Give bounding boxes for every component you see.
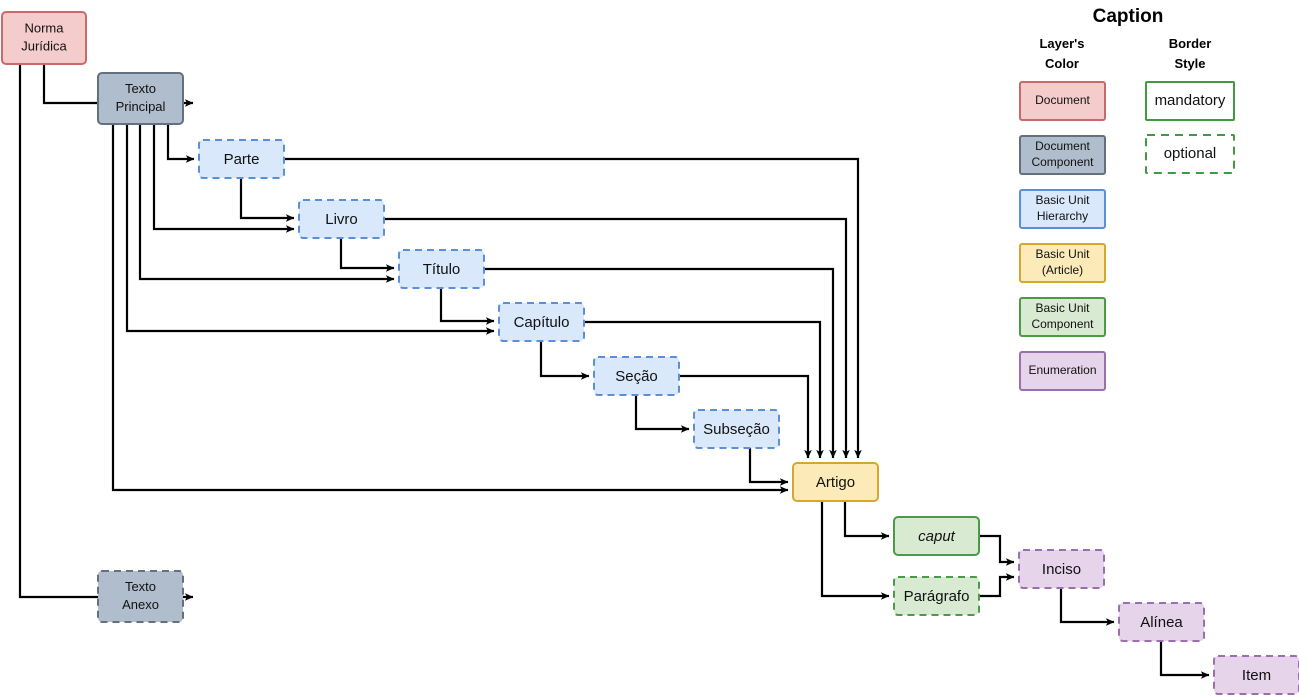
- legend-label-document: Document: [1035, 93, 1090, 107]
- edge-texto_principal-to-parte: [166, 124, 195, 163]
- legend-label-basic_unit_article: Basic Unit: [1035, 247, 1090, 261]
- edge-capitulo-to-secao: [539, 341, 590, 380]
- node-livro[interactable]: Livro: [298, 199, 385, 239]
- node-label2-texto_principal: Principal: [116, 99, 166, 114]
- edge-artigo-to-paragrafo: [820, 501, 890, 600]
- edge-titulo-to-capitulo: [439, 288, 495, 325]
- caption-title: Caption: [1093, 6, 1164, 27]
- legend-layer-document_component[interactable]: Document Component: [1019, 135, 1106, 175]
- node-caput[interactable]: caput: [893, 516, 980, 556]
- node-texto_principal[interactable]: Texto Principal: [97, 72, 184, 125]
- node-label-capitulo: Capítulo: [514, 314, 570, 331]
- node-label-artigo: Artigo: [816, 474, 855, 491]
- caption-heading-layers_color: Layer's: [1039, 36, 1084, 51]
- legend-label-enumeration: Enumeration: [1028, 363, 1096, 377]
- edge-secao-to-subsecao: [634, 395, 690, 433]
- node-secao[interactable]: Seção: [593, 356, 680, 396]
- node-label2-norma: Jurídica: [21, 38, 67, 53]
- node-label-subsecao: Subseção: [703, 421, 770, 438]
- node-label-alinea: Alínea: [1140, 614, 1183, 631]
- node-capitulo[interactable]: Capítulo: [498, 302, 585, 342]
- node-texto_anexo[interactable]: Texto Anexo: [97, 570, 184, 623]
- edge-artigo-to-caput: [843, 501, 890, 540]
- node-titulo[interactable]: Título: [398, 249, 485, 289]
- node-norma[interactable]: Norma Jurídica: [1, 11, 87, 65]
- node-label-item: Item: [1242, 667, 1271, 684]
- legend-label-document_component: Document: [1035, 139, 1090, 153]
- node-label-texto_principal: Texto: [125, 81, 156, 96]
- legend-layer-enumeration[interactable]: Enumeration: [1019, 351, 1106, 391]
- legend-layer-document[interactable]: Document: [1019, 81, 1106, 121]
- node-label-secao: Seção: [615, 368, 658, 385]
- caption-heading-border_style: Border: [1169, 36, 1212, 51]
- legend-border-optional[interactable]: optional: [1145, 134, 1235, 174]
- node-label-inciso: Inciso: [1042, 561, 1081, 578]
- node-artigo[interactable]: Artigo: [792, 462, 879, 502]
- node-subsecao[interactable]: Subseção: [693, 409, 780, 449]
- legend-label2-document_component: Component: [1031, 155, 1094, 169]
- edge-inciso-to-alinea: [1059, 588, 1115, 626]
- legend-border-label-optional: optional: [1164, 145, 1217, 162]
- caption-heading2-layers_color: Color: [1045, 56, 1079, 71]
- edge-caput-to-inciso: [979, 534, 1015, 566]
- diagram-canvas: Norma Jurídica Texto Principal Texto Anexo Par…: [0, 0, 1299, 697]
- node-paragrafo[interactable]: Parágrafo: [893, 576, 980, 616]
- node-label-paragrafo: Parágrafo: [904, 588, 970, 605]
- node-label2-texto_anexo: Anexo: [122, 597, 159, 612]
- edge-paragrafo-to-inciso: [979, 573, 1015, 598]
- edge-alinea-to-item: [1159, 641, 1210, 679]
- node-label-livro: Livro: [325, 211, 358, 228]
- node-item[interactable]: Item: [1213, 655, 1299, 695]
- caption-legend: CaptionLayer'sColorBorderStyleDocumentDo…: [1019, 6, 1235, 391]
- legend-label-basic_unit_component: Basic Unit: [1035, 301, 1090, 315]
- legend-label-basic_unit_hierarchy: Basic Unit: [1035, 193, 1090, 207]
- edge-subsecao-to-artigo: [748, 448, 789, 486]
- legend-label2-basic_unit_article: (Article): [1042, 263, 1083, 277]
- edge-parte-to-livro: [239, 178, 295, 222]
- legend-border-label-mandatory: mandatory: [1155, 92, 1226, 109]
- node-label-titulo: Título: [423, 261, 461, 278]
- legend-border-mandatory[interactable]: mandatory: [1145, 81, 1235, 121]
- node-alinea[interactable]: Alínea: [1118, 602, 1205, 642]
- node-label-norma: Norma: [24, 20, 64, 35]
- legend-layer-basic_unit_component[interactable]: Basic Unit Component: [1019, 297, 1106, 337]
- legend-label2-basic_unit_hierarchy: Hierarchy: [1037, 209, 1088, 223]
- node-label-texto_anexo: Texto: [125, 579, 156, 594]
- legend-layer-basic_unit_article[interactable]: Basic Unit (Article): [1019, 243, 1106, 283]
- legend-label2-basic_unit_component: Component: [1031, 317, 1094, 331]
- structure-diagram: Norma Jurídica Texto Principal Texto Anexo Par…: [1, 6, 1299, 695]
- legend-layer-basic_unit_hierarchy[interactable]: Basic Unit Hierarchy: [1019, 189, 1106, 229]
- node-inciso[interactable]: Inciso: [1018, 549, 1105, 589]
- node-label-parte: Parte: [224, 151, 260, 168]
- node-label-caput: caput: [918, 528, 956, 545]
- node-parte[interactable]: Parte: [198, 139, 285, 179]
- edge-livro-to-titulo: [339, 238, 395, 272]
- caption-heading2-border_style: Style: [1174, 56, 1205, 71]
